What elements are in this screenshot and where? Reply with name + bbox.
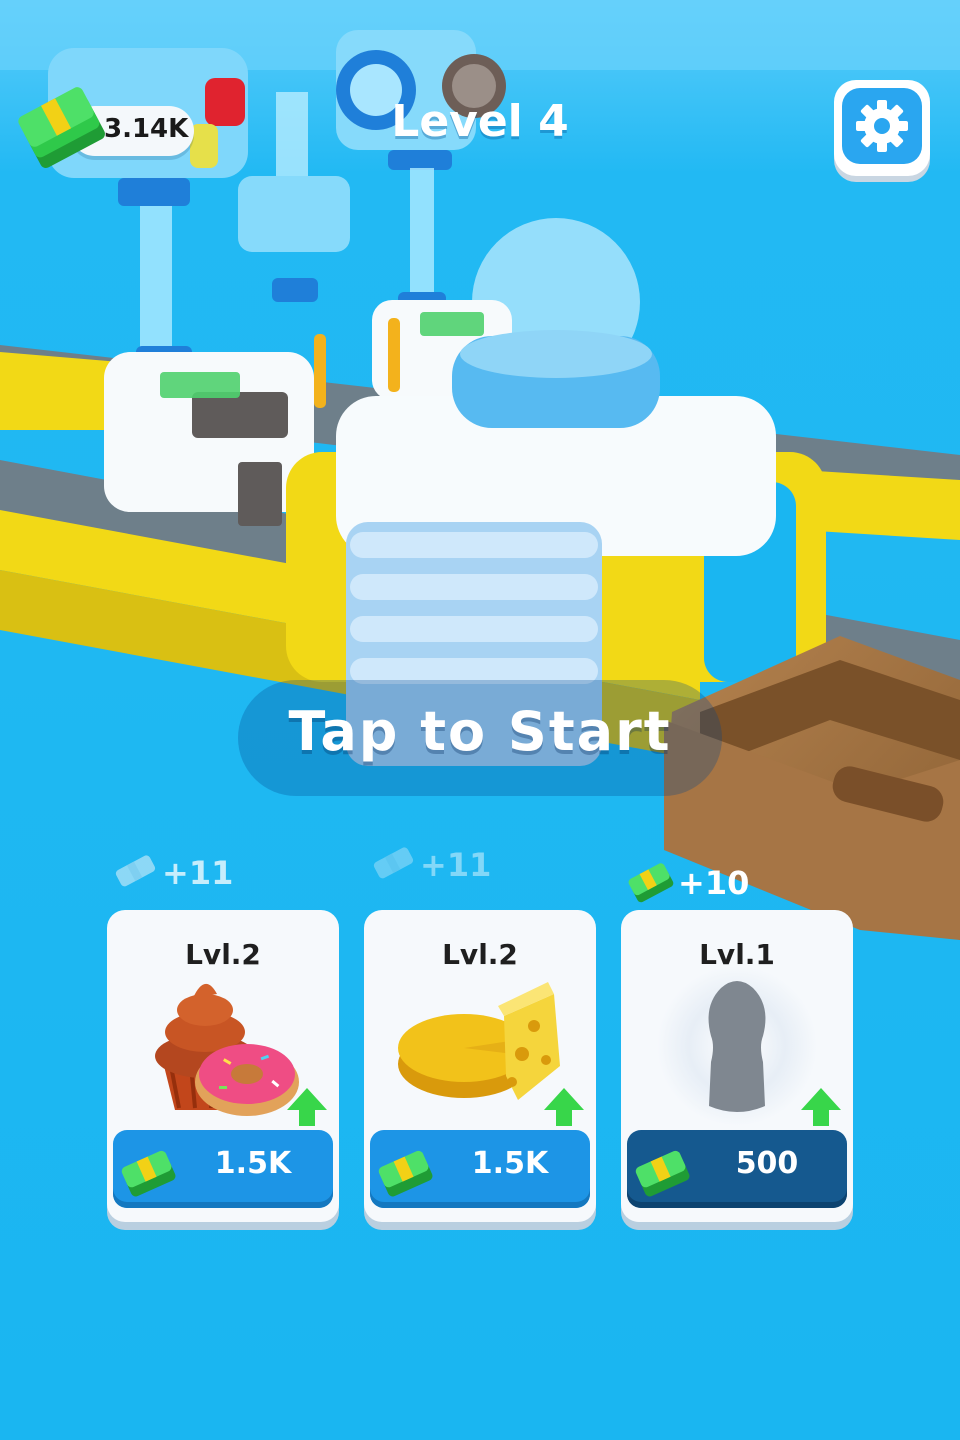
gear-icon — [856, 100, 908, 152]
buy-button-cheese[interactable]: 1.5K — [370, 1130, 590, 1208]
cash-icon — [115, 855, 156, 887]
cash-icon — [373, 847, 414, 879]
settings-button[interactable] — [834, 80, 930, 176]
cash-icon — [378, 1150, 433, 1197]
cash-icon — [635, 1150, 690, 1197]
level-title: Level 4 — [391, 96, 569, 147]
earn-amount-3: +10 — [678, 864, 750, 902]
earn-amount-1: +11 — [162, 854, 234, 892]
red-light — [205, 78, 245, 126]
cheese-icon — [398, 982, 560, 1100]
earn-amount-2: +11 — [420, 846, 492, 884]
upgrade-card-cupcake[interactable]: Lvl.2 1.5K — [107, 910, 339, 1222]
cash-icon — [121, 1150, 176, 1197]
upgrade-card-cheese[interactable]: Lvl.2 1.5K — [364, 910, 596, 1222]
settings-button-face — [842, 88, 922, 164]
cupcake-donut-icon — [155, 983, 299, 1116]
upgrade-card-locked[interactable]: Lvl.1 500 — [621, 910, 853, 1222]
card-level-label: Lvl.2 — [185, 938, 261, 971]
card-level-label: Lvl.2 — [442, 938, 518, 971]
buy-button-locked[interactable]: 500 — [627, 1130, 847, 1208]
buy-button-cupcake[interactable]: 1.5K — [113, 1130, 333, 1208]
price-label: 1.5K — [471, 1146, 549, 1181]
money-amount: 3.14K — [104, 114, 189, 144]
cash-icon — [18, 87, 105, 168]
price-label: 1.5K — [214, 1146, 292, 1181]
cash-icon — [628, 863, 674, 903]
price-label: 500 — [735, 1146, 799, 1181]
tap-to-start-label: Tap to Start — [288, 700, 672, 763]
